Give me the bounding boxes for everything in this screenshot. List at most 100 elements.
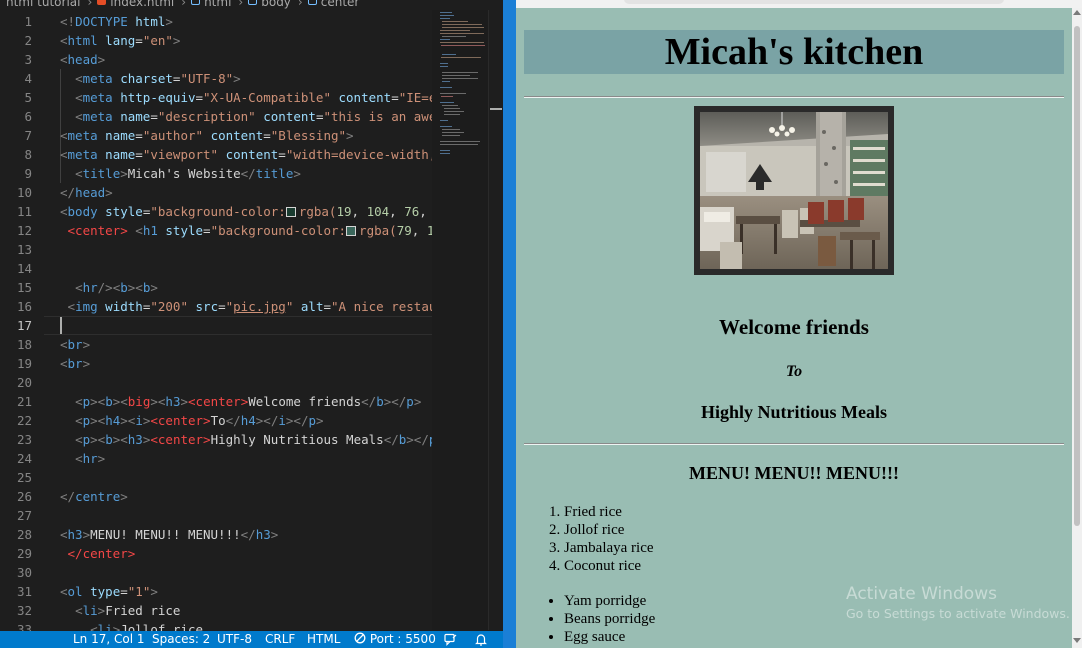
element-icon [248,0,258,5]
scroll-up-arrow-icon[interactable] [1073,10,1081,15]
line-number: 21 [16,394,32,409]
line-number: 9 [24,166,32,181]
line-number: 7 [24,128,32,143]
restaurant-image [694,106,894,275]
element-icon [191,0,201,5]
line-number: 2 [24,33,32,48]
text-caret [60,317,62,334]
line-number: 14 [16,261,32,276]
line-number: 22 [16,413,32,428]
browser-toolbar [516,0,1082,8]
no-entry-icon [354,632,366,644]
line-number: 13 [16,242,32,257]
horizontal-rule [524,443,1064,445]
line-number: 26 [16,489,32,504]
code-line: <p><b><h3><center>Highly Nutritious Meal… [75,432,432,447]
status-cursor-position[interactable]: Ln 17, Col 1 [73,631,145,648]
line-number: 20 [16,375,32,390]
breadcrumb-separator-icon: › [87,0,93,9]
line-number: 27 [16,508,32,523]
line-number: 5 [24,90,32,105]
address-bar[interactable] [624,0,1004,4]
code-line: <meta charset="UTF-8"> [75,71,241,86]
code-line: <p><h4><i><center>To</h4></i></p> [75,413,324,428]
line-number: 15 [16,280,32,295]
line-number: 8 [24,147,32,162]
status-line-ending[interactable]: CRLF [265,631,295,648]
code-text-area[interactable]: <!DOCTYPE html> <html lang="en"> <head> … [60,12,432,639]
line-number: 24 [16,451,32,466]
code-line: <h3>MENU! MENU!! MENU!!!</h3> [60,527,279,542]
line-number: 11 [16,204,32,219]
scrollbar-thumb[interactable] [1074,26,1080,526]
breadcrumb-separator-icon: › [297,0,303,9]
window-divider [503,0,516,648]
scroll-down-arrow-icon[interactable] [1073,638,1081,643]
code-line: <body style="background-color: rgba(19, 1… [60,204,427,219]
breadcrumb-html[interactable]: html [204,0,231,9]
live-server-button[interactable]: Port : 5500 [354,631,436,648]
code-line: <!DOCTYPE html> [60,14,173,29]
watermark-subtitle: Go to Settings to activate Windows. [846,606,1070,621]
breadcrumb-body[interactable]: body [261,0,291,9]
browser-scrollbar[interactable] [1072,8,1082,648]
line-number: 25 [16,470,32,485]
code-line: <ol type="1"> [60,584,158,599]
page-title: Micah's kitchen [524,30,1064,74]
welcome-heading: Welcome friends [719,315,869,339]
minimap[interactable] [432,10,488,630]
status-indentation[interactable]: Spaces: 2 [152,631,210,648]
breadcrumb-file[interactable]: index.html [110,0,174,9]
list-item: Jambalaya rice [564,539,654,557]
meals-heading: Highly Nutritious Meals [700,402,887,422]
watermark-title: Activate Windows [846,584,997,604]
list-item: Fried rice [564,503,654,521]
breadcrumb: html tutorial › index.html › html › body › cente… [0,0,503,10]
feedback-icon[interactable] [444,633,457,648]
line-number-active: 17 [16,318,32,333]
html-file-icon [97,0,107,5]
breadcrumb-center[interactable]: center [321,0,360,9]
menu-heading: MENU! MENU!! MENU!!! [689,463,899,483]
breadcrumb-separator-icon: › [238,0,244,9]
web-page: Micah's kitchen Welcome friends To Highl… [516,8,1072,648]
code-editor[interactable]: html tutorial › index.html › html › body › cente… [0,0,503,648]
code-line: </center> [67,546,136,561]
rice-menu-list: Fried rice Jollof rice Jambalaya rice Co… [564,503,654,575]
breadcrumb-folder[interactable]: html tutorial [6,0,80,9]
line-number: 1 [24,14,32,29]
list-item: Jollof rice [564,521,654,539]
list-item: Coconut rice [564,557,654,575]
code-line: <center> <h1 style="background-color: rgb… [67,223,432,238]
line-number: 23 [16,432,32,447]
code-line: <title>Micah's Website</title> [75,166,301,181]
line-number: 10 [16,185,32,200]
list-item: Beans porridge [564,610,655,628]
editor-scrollbar[interactable] [488,10,503,630]
code-line: <li>Fried rice [75,603,181,618]
activate-windows-watermark: Activate Windows Go to Settings to activ… [846,584,1070,621]
code-line: <img width="200" src="pic.jpg" alt="A ni… [67,299,432,314]
code-line: <br> [60,356,91,371]
line-number: 29 [16,546,32,561]
status-encoding[interactable]: UTF-8 [217,631,252,648]
notifications-bell-icon[interactable] [475,633,487,648]
line-number: 16 [16,299,32,314]
line-number: 12 [16,223,32,238]
scrollbar-cursor-marker [490,108,502,110]
code-line: </centre> [60,489,128,504]
line-number: 4 [24,71,32,86]
code-line: <html lang="en"> [60,33,181,48]
line-number: 28 [16,527,32,542]
line-number: 19 [16,356,32,371]
code-line: <meta name="author" content="Blessing"> [60,128,354,143]
to-heading: To [785,363,803,380]
code-line: <hr> [75,451,106,466]
line-number-gutter: 1 2 3 4 5 6 7 8 9 10 11 12 13 14 15 16 1… [0,12,44,639]
status-language-mode[interactable]: HTML [307,631,340,648]
code-line: <meta http-equiv="X-UA-Compatible" conte… [75,90,432,105]
